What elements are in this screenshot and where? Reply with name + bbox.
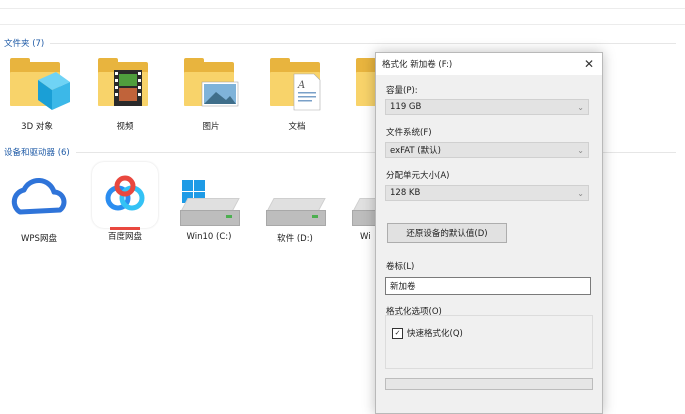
- quick-format-row[interactable]: ✓ 快速格式化(Q): [392, 327, 463, 339]
- format-progress-bar: [385, 378, 593, 390]
- device-wps-cloud[interactable]: WPS网盘: [2, 164, 76, 244]
- devices-section-title: 设备和驱动器 (6): [4, 148, 70, 158]
- device-baidu-netdisk[interactable]: 百度网盘: [88, 162, 162, 242]
- dialog-titlebar[interactable]: 格式化 新加卷 (F:) ✕: [376, 53, 602, 75]
- format-options-group: [385, 315, 593, 369]
- allocation-value: 128 KB: [390, 188, 421, 198]
- svg-text:A: A: [297, 80, 305, 91]
- folder-3d-objects[interactable]: 3D 对象: [0, 52, 74, 132]
- capacity-label: 容量(P):: [386, 86, 418, 96]
- dialog-title: 格式化 新加卷 (F:): [382, 60, 453, 70]
- toolbar-line: [0, 24, 685, 25]
- device-label: WPS网盘: [21, 234, 57, 244]
- folder-pictures[interactable]: 图片: [174, 52, 248, 132]
- quick-format-checkbox[interactable]: ✓: [392, 327, 403, 339]
- folders-section-header[interactable]: 文件夹 (7): [4, 37, 676, 49]
- drive-icon: [262, 164, 328, 230]
- filesystem-value: exFAT (默认): [390, 146, 441, 156]
- folder-label: 图片: [202, 122, 220, 132]
- folder-documents[interactable]: A 文档: [260, 52, 334, 132]
- chevron-down-icon: ⌄: [577, 188, 584, 198]
- quick-format-label: 快速格式化(Q): [407, 329, 463, 339]
- section-divider: [50, 42, 676, 44]
- folder-label: 文档: [288, 122, 306, 132]
- chevron-down-icon: ⌄: [577, 102, 584, 112]
- wps-cloud-icon: [6, 164, 72, 230]
- 3d-objects-icon: [4, 52, 70, 118]
- restore-defaults-button[interactable]: 还原设备的默认值(D): [387, 223, 507, 243]
- volume-label-input[interactable]: 新加卷: [385, 277, 591, 295]
- allocation-label: 分配单元大小(A): [386, 171, 450, 181]
- capacity-value: 119 GB: [390, 102, 422, 112]
- folder-videos[interactable]: 视频: [88, 52, 162, 132]
- toolbar-line: [0, 8, 685, 9]
- close-icon[interactable]: ✕: [576, 57, 602, 71]
- device-d-drive[interactable]: 软件 (D:): [258, 164, 332, 244]
- folder-label: 3D 对象: [21, 122, 53, 132]
- documents-folder-icon: A: [264, 52, 330, 118]
- allocation-select[interactable]: 128 KB ⌄: [385, 185, 589, 201]
- baidu-netdisk-icon: [92, 162, 158, 230]
- video-folder-icon: [92, 52, 158, 118]
- volume-label-value: 新加卷: [390, 282, 416, 292]
- filesystem-label: 文件系统(F): [386, 128, 432, 138]
- device-label: 软件 (D:): [277, 234, 313, 244]
- folders-section-title: 文件夹 (7): [4, 39, 45, 49]
- windows-drive-icon: [176, 164, 242, 230]
- folder-label: 视频: [116, 122, 134, 132]
- format-dialog: 格式化 新加卷 (F:) ✕ 容量(P): 119 GB ⌄ 文件系统(F) e…: [375, 52, 603, 414]
- chevron-down-icon: ⌄: [577, 145, 584, 155]
- filesystem-select[interactable]: exFAT (默认) ⌄: [385, 142, 589, 158]
- pictures-folder-icon: [178, 52, 244, 118]
- capacity-select[interactable]: 119 GB ⌄: [385, 99, 589, 115]
- device-label: Win10 (C:): [186, 232, 232, 242]
- device-win10-drive[interactable]: Win10 (C:): [172, 164, 246, 242]
- volume-label: 卷标(L): [386, 262, 415, 272]
- device-label: 百度网盘: [107, 232, 142, 242]
